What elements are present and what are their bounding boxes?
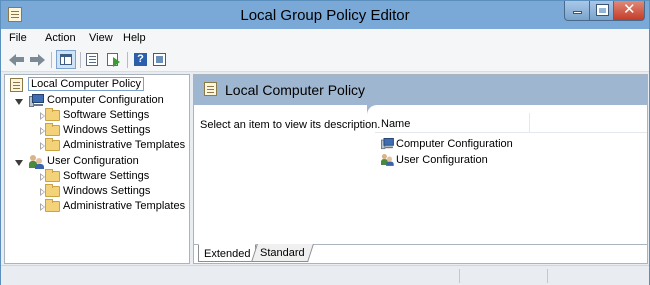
tab-standard-label: Standard	[260, 247, 305, 259]
folder-icon	[45, 138, 60, 151]
menu-help[interactable]: Help	[123, 32, 146, 44]
users-icon	[29, 155, 44, 169]
back-button[interactable]	[9, 51, 27, 68]
menu-file[interactable]: File	[9, 32, 27, 44]
status-bar-divider	[459, 269, 460, 283]
list-item-label: Computer Configuration	[396, 138, 513, 150]
toolbar: ?	[1, 48, 649, 72]
tree-item-label: Windows Settings	[63, 185, 151, 197]
policy-document-icon	[204, 82, 217, 96]
toolbar-separator	[51, 52, 52, 68]
folder-icon	[45, 169, 60, 182]
column-name-label[interactable]: Name	[381, 118, 410, 130]
toolbar-separator	[127, 52, 128, 68]
help-button[interactable]: ?	[132, 51, 150, 68]
tree-item-label: Windows Settings	[63, 124, 151, 136]
export-list-button[interactable]	[105, 51, 123, 68]
view-tabs: Extended Standard	[194, 244, 647, 263]
tab-standard[interactable]: Standard	[251, 244, 314, 262]
tab-extended[interactable]: Extended	[198, 244, 257, 262]
help-icon: ?	[134, 53, 147, 66]
toolbar-separator	[80, 52, 81, 68]
tree-item-label: Administrative Templates	[63, 200, 186, 212]
title-bar[interactable]: Local Group Policy Editor ✕	[1, 1, 649, 29]
computer-icon	[381, 138, 394, 150]
properties-button[interactable]	[84, 51, 102, 68]
minimize-button[interactable]	[564, 1, 590, 21]
description-text: Select an item to view its description.	[200, 119, 381, 131]
status-bar	[1, 265, 649, 285]
console-tree-icon	[60, 54, 72, 65]
list-item-user-configuration[interactable]: User Configuration	[381, 153, 581, 169]
item-list[interactable]: Name Computer Configuration User Configu…	[375, 111, 647, 241]
users-icon	[381, 154, 394, 166]
status-bar-divider	[547, 269, 548, 283]
tree-item-label: Administrative Templates	[63, 139, 186, 151]
maximize-button[interactable]	[589, 1, 614, 21]
details-title: Local Computer Policy	[225, 82, 366, 98]
minimize-icon	[573, 11, 582, 14]
window: Local Group Policy Editor ✕ File Action …	[0, 0, 650, 285]
folder-icon	[45, 184, 60, 197]
show-hide-console-tree-button[interactable]	[56, 50, 76, 69]
maximize-icon	[596, 4, 609, 16]
menu-bar: File Action View Help	[1, 29, 649, 48]
back-arrow-icon	[9, 54, 16, 66]
folder-icon	[45, 123, 60, 136]
column-header[interactable]: Name	[375, 111, 647, 133]
tree-item-label: Computer Configuration	[47, 94, 164, 106]
tree-item-label: Local Computer Policy	[28, 77, 145, 91]
column-divider[interactable]	[529, 113, 530, 133]
close-button[interactable]: ✕	[613, 1, 645, 21]
computer-icon	[29, 94, 44, 107]
forward-button[interactable]	[28, 51, 46, 68]
filter-icon	[153, 53, 166, 66]
forward-arrow-icon	[38, 54, 45, 66]
tree-item-label: User Configuration	[47, 155, 139, 167]
folder-icon	[45, 199, 60, 212]
menu-action[interactable]: Action	[45, 32, 76, 44]
filter-options-button[interactable]	[151, 51, 169, 68]
properties-icon	[86, 53, 98, 66]
collapse-arrow-icon[interactable]	[15, 99, 23, 105]
window-title: Local Group Policy Editor	[240, 7, 410, 24]
menu-view[interactable]: View	[89, 32, 113, 44]
close-icon: ✕	[623, 1, 636, 18]
folder-icon	[45, 108, 60, 121]
console-tree[interactable]: Local Computer Policy Computer Configura…	[4, 74, 190, 264]
collapse-arrow-icon[interactable]	[15, 160, 23, 166]
tree-item-label: Software Settings	[63, 109, 150, 121]
details-header: Local Computer Policy	[194, 75, 647, 105]
list-item-label: User Configuration	[396, 154, 488, 166]
policy-document-icon	[10, 78, 23, 92]
list-item-computer-configuration[interactable]: Computer Configuration	[381, 137, 581, 153]
tree-item-label: Software Settings	[63, 170, 150, 182]
details-pane: Local Computer Policy Select an item to …	[193, 74, 648, 264]
